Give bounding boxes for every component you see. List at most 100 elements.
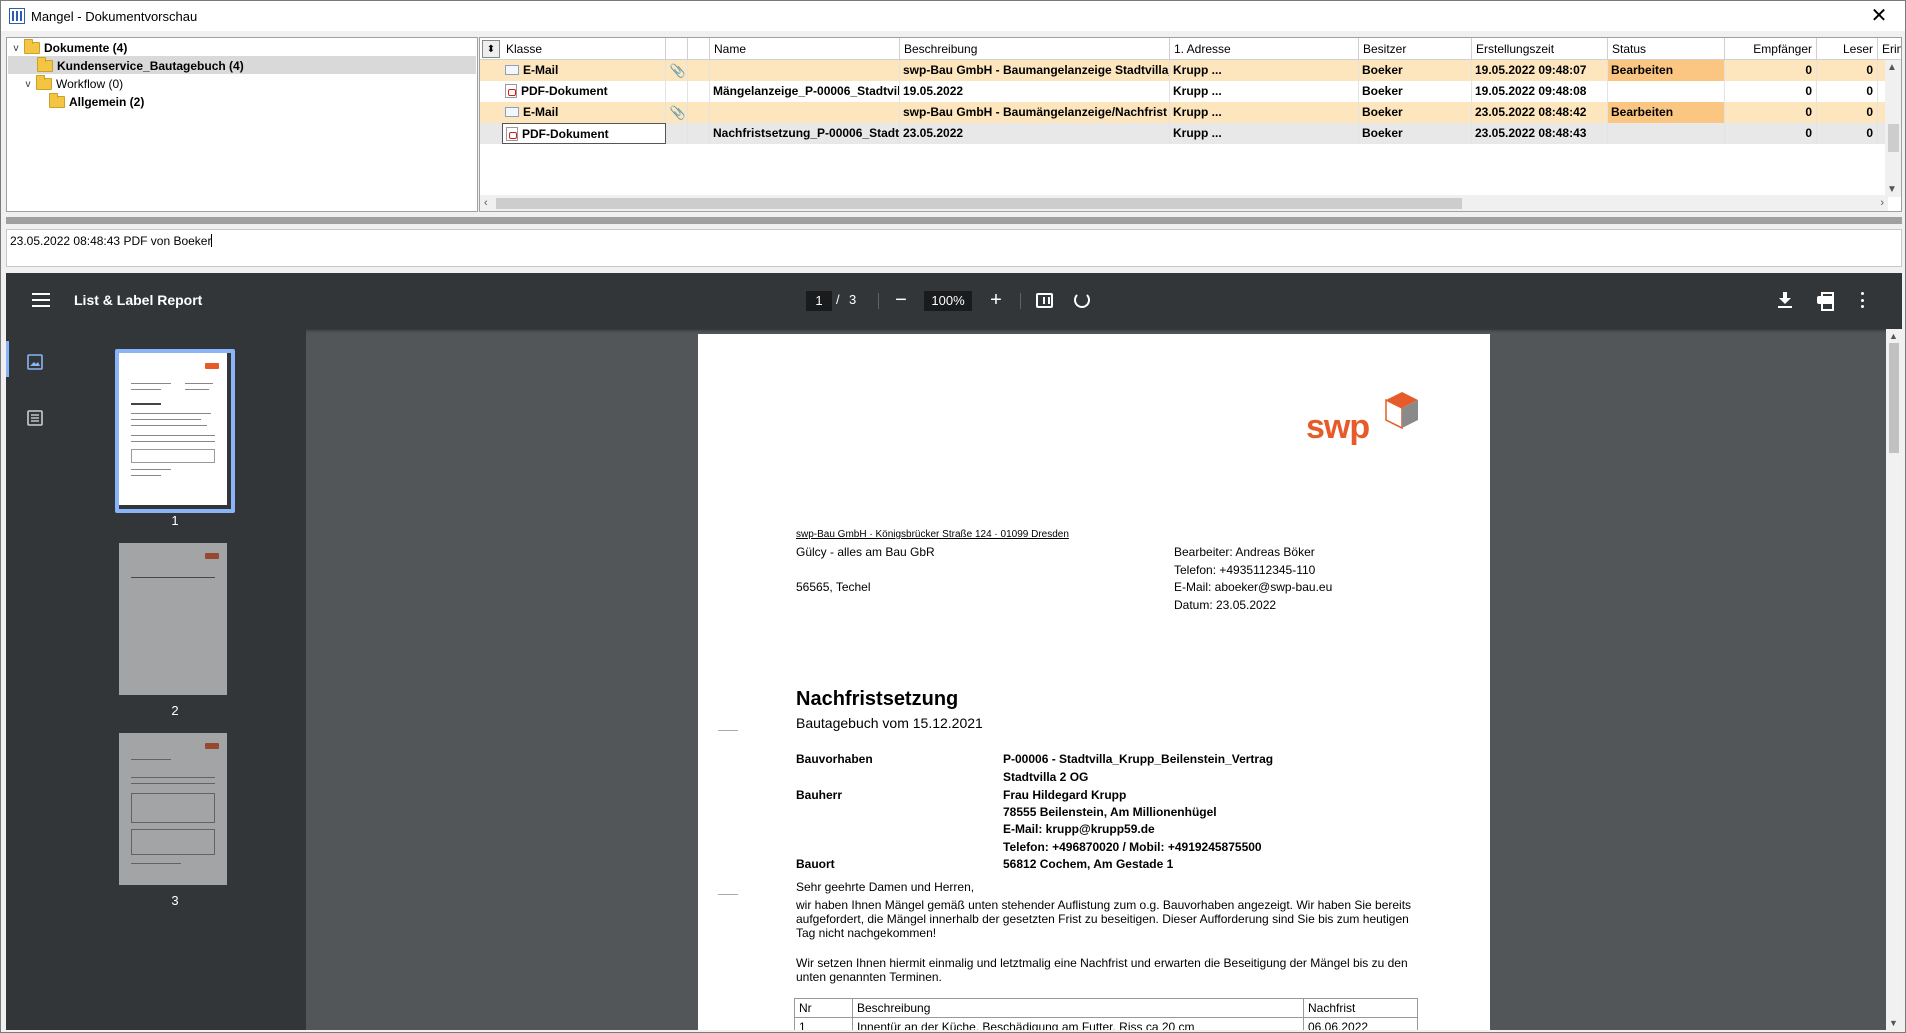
- column-beschreibung[interactable]: Beschreibung: [900, 38, 1170, 60]
- cell-flag: [688, 123, 710, 144]
- column-erinnerung[interactable]: Erin: [1878, 38, 1901, 60]
- info-text: 23.05.2022 08:48:43 PDF von Boeker: [10, 234, 212, 248]
- table-row[interactable]: PDF-Dokument Mängelanzeige_P-00006_Stadt…: [480, 81, 1888, 102]
- cell-beschreibung: swp-Bau GmbH - Baumangelanzeige Stadtvil…: [900, 60, 1170, 81]
- download-icon[interactable]: [1778, 292, 1792, 308]
- column-status[interactable]: Status: [1608, 38, 1725, 60]
- grid-vertical-scrollbar[interactable]: ▲ ▼: [1885, 60, 1901, 197]
- app-icon: [9, 8, 25, 24]
- fold-mark: [718, 894, 738, 895]
- scroll-thumb[interactable]: [496, 198, 1462, 209]
- zoom-level-input[interactable]: 100%: [924, 291, 972, 311]
- bauherr-value-4: Telefon: +496870020 / Mobil: +4919245875…: [1003, 840, 1262, 854]
- arrow-left-icon[interactable]: ‹: [484, 195, 488, 211]
- thumbnail-image: [119, 543, 227, 695]
- sort-icon[interactable]: ⬍: [482, 40, 500, 58]
- arrow-down-icon[interactable]: ▼: [1887, 184, 1897, 195]
- chevron-down-icon[interactable]: v: [10, 43, 22, 54]
- recipient-city: 56565, Techel: [796, 580, 871, 594]
- datum: Datum: 23.05.2022: [1174, 598, 1277, 612]
- window-title: Mangel - Dokumentvorschau: [31, 8, 198, 24]
- arrow-up-icon[interactable]: ▲: [1887, 62, 1897, 73]
- thumbnails-tab-icon[interactable]: [26, 353, 44, 371]
- arrow-right-icon[interactable]: ›: [1880, 195, 1884, 211]
- tree-node-allgemein[interactable]: Allgemein (2): [47, 93, 144, 111]
- cell-empfaenger: 0: [1725, 60, 1817, 81]
- column-adresse[interactable]: 1. Adresse: [1170, 38, 1359, 60]
- column-leser[interactable]: Leser: [1817, 38, 1878, 60]
- cell-klasse: PDF-Dokument: [502, 81, 666, 102]
- tree-node-label: Dokumente (4): [44, 41, 128, 55]
- cell-besitzer: Boeker: [1359, 60, 1472, 81]
- pdf-icon: [506, 127, 518, 141]
- email: E-Mail: aboeker@swp-bau.eu: [1174, 580, 1333, 594]
- folder-tree[interactable]: v Dokumente (4) Kundenservice_Bautagebuc…: [6, 37, 478, 212]
- paperclip-icon: 📎: [666, 60, 688, 81]
- table-header-row: Nr Beschreibung Nachfrist: [794, 998, 1418, 1018]
- page-total: 3: [849, 292, 857, 307]
- document-subheading: Bautagebuch vom 15.12.2021: [796, 715, 983, 731]
- bauort-label: Bauort: [796, 857, 835, 871]
- thumbnail-label: 3: [171, 893, 179, 908]
- scroll-thumb[interactable]: [1888, 124, 1899, 152]
- cell-flag: [688, 81, 710, 102]
- table-row[interactable]: E-Mail 📎 swp-Bau GmbH - Baumängelanzeige…: [480, 102, 1888, 123]
- column-besitzer[interactable]: Besitzer: [1359, 38, 1472, 60]
- table-row-selected[interactable]: PDF-Dokument Nachfristsetzung_P-00006_St…: [480, 123, 1888, 144]
- viewer-vertical-scrollbar[interactable]: ▲ ▼: [1886, 329, 1902, 1030]
- cube-logo-icon: [1385, 392, 1418, 430]
- zoom-in-button[interactable]: +: [984, 287, 1008, 313]
- tree-node-kundenservice[interactable]: Kundenservice_Bautagebuch (4): [35, 57, 244, 75]
- toolbar-divider: [878, 293, 879, 309]
- column-attachment[interactable]: [666, 38, 688, 60]
- tree-node-label: Allgemein (2): [69, 95, 145, 109]
- paragraph-2: Wir setzen Ihnen hiermit einmalig und le…: [796, 956, 1408, 984]
- arrow-up-icon[interactable]: ▲: [1889, 331, 1898, 341]
- scroll-thumb[interactable]: [1889, 343, 1899, 453]
- zoom-out-button[interactable]: −: [889, 287, 913, 313]
- cell-flag: [688, 102, 710, 123]
- paperclip-icon: 📎: [666, 102, 688, 123]
- menu-icon[interactable]: [32, 293, 50, 307]
- grid-header: ⬍ Klasse Name Beschreibung 1. Adresse Be…: [480, 38, 1901, 60]
- cell-attachment: [666, 123, 688, 144]
- tree-node-workflow[interactable]: v Workflow (0): [22, 75, 123, 93]
- folder-icon: [37, 57, 53, 72]
- column-empfaenger[interactable]: Empfänger: [1725, 38, 1817, 60]
- page-number-input[interactable]: 1: [806, 291, 832, 311]
- cell-klasse-text: E-Mail: [523, 63, 559, 77]
- table-cell: 06.06.2022: [1303, 1017, 1418, 1030]
- cell-klasse-text: E-Mail: [523, 105, 559, 119]
- text-cursor: [211, 234, 213, 247]
- print-icon[interactable]: [1817, 292, 1834, 311]
- cell-status: [1608, 81, 1725, 102]
- more-options-icon[interactable]: [1861, 292, 1865, 308]
- document-grid[interactable]: ⬍ Klasse Name Beschreibung 1. Adresse Be…: [479, 37, 1902, 212]
- thumbnail-label: 1: [171, 513, 179, 528]
- column-klasse[interactable]: Klasse: [502, 38, 666, 60]
- table-row[interactable]: E-Mail 📎 swp-Bau GmbH - Baumangelanzeige…: [480, 60, 1888, 81]
- rotate-icon[interactable]: [1074, 292, 1090, 308]
- cell-leser: 0: [1817, 81, 1878, 102]
- cell-beschreibung: swp-Bau GmbH - Baumängelanzeige/Nachfris…: [900, 102, 1170, 123]
- column-flag[interactable]: [688, 38, 710, 60]
- fold-mark: [718, 730, 738, 731]
- viewer-toolbar: List & Label Report 1 / 3 − 100% +: [6, 273, 1902, 329]
- pane-splitter[interactable]: [6, 217, 1902, 224]
- close-icon[interactable]: ✕: [1867, 5, 1891, 27]
- tree-node-dokumente[interactable]: v Dokumente (4): [10, 39, 127, 57]
- arrow-down-icon[interactable]: ▼: [1889, 1018, 1898, 1028]
- fit-to-page-icon[interactable]: [1036, 293, 1053, 308]
- column-name[interactable]: Name: [710, 38, 900, 60]
- document-title: List & Label Report: [74, 292, 203, 308]
- cell-status: Bearbeiten: [1608, 102, 1725, 123]
- info-field[interactable]: 23.05.2022 08:48:43 PDF von Boeker: [6, 229, 1902, 267]
- active-tab-indicator: [6, 341, 9, 377]
- grid-horizontal-scrollbar[interactable]: ‹ ›: [480, 195, 1888, 211]
- chevron-down-icon[interactable]: v: [22, 79, 34, 90]
- bauvorhaben-value-2: Stadtvilla 2 OG: [1003, 770, 1089, 784]
- column-erstellungszeit[interactable]: Erstellungszeit: [1472, 38, 1608, 60]
- outline-tab-icon[interactable]: [26, 409, 44, 427]
- cell-besitzer: Boeker: [1359, 102, 1472, 123]
- cell-besitzer: Boeker: [1359, 81, 1472, 102]
